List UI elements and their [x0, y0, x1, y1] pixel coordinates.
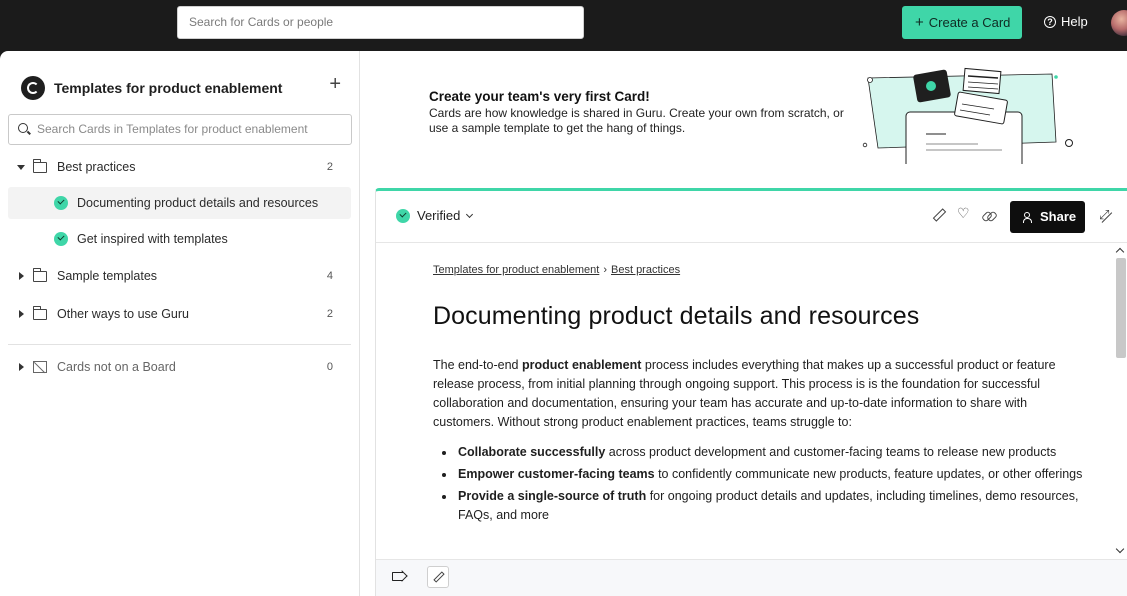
card-actions — [932, 206, 995, 222]
create-card-label: Create a Card — [928, 15, 1011, 30]
item-count: 0 — [326, 361, 333, 373]
promo-title: Create your team's very first Card! — [429, 89, 650, 104]
expand-icon[interactable] — [1099, 208, 1111, 223]
list-item-bold: Provide a single-source of truth — [458, 489, 647, 503]
verification-status-dropdown[interactable]: Verified — [396, 208, 474, 223]
folder-icon — [32, 158, 47, 173]
guru-logo-icon — [21, 76, 45, 100]
check-circle-icon — [54, 196, 68, 210]
caret-right-icon[interactable] — [19, 272, 24, 280]
folder-icon — [32, 267, 47, 282]
plus-icon: + — [915, 14, 924, 31]
sidebar: Templates for product enablement + Searc… — [0, 51, 360, 596]
edit-card-button[interactable] — [427, 566, 449, 588]
paragraph-text: The end-to-end — [433, 358, 522, 372]
board-search-input[interactable]: Search Cards in Templates for product en… — [8, 114, 352, 145]
promo-body: Cards are how knowledge is shared in Gur… — [429, 106, 844, 135]
scroll-thumb[interactable] — [1116, 258, 1126, 358]
board-header: Templates for product enablement + — [21, 73, 341, 101]
tag-icon[interactable] — [392, 572, 403, 581]
item-count: 2 — [326, 161, 333, 173]
sidebar-item-get-inspired[interactable]: Get inspired with templates — [8, 223, 351, 255]
sidebar-item-label: Sample templates — [57, 269, 158, 283]
breadcrumb-board-link[interactable]: Templates for product enablement — [433, 264, 599, 276]
paragraph-bold-text: product enablement — [521, 358, 642, 372]
sidebar-item-label: Documenting product details and resource… — [77, 196, 319, 210]
card-scrollbar[interactable] — [1115, 244, 1127, 559]
scroll-up-icon[interactable] — [1115, 247, 1125, 257]
top-bar: Search for Cards or people + Create a Car… — [0, 0, 1127, 51]
sidebar-divider — [8, 344, 351, 345]
caret-right-icon[interactable] — [19, 310, 24, 318]
share-button[interactable]: Share — [1010, 201, 1085, 233]
edit-pencil-icon[interactable] — [932, 209, 945, 222]
card-toolbar: Verified Share — [376, 191, 1127, 243]
no-board-icon — [33, 361, 47, 373]
breadcrumb-folder-link[interactable]: Best practices — [611, 264, 680, 276]
card-body: Templates for product enablement › Best pr… — [376, 244, 1116, 559]
cards-illustration-icon — [862, 67, 1073, 164]
list-item-text: to confidently communicate new products,… — [654, 467, 1083, 481]
list-item: Provide a single-source of truth for ong… — [433, 487, 1083, 525]
chevron-down-icon — [466, 210, 474, 218]
favorite-heart-icon[interactable] — [957, 206, 970, 222]
search-icon — [18, 123, 28, 133]
sidebar-item-label: Best practices — [57, 160, 136, 174]
list-item-text: across product development and customer-… — [605, 445, 1057, 459]
help-label: Help — [1061, 14, 1088, 29]
item-count: 2 — [326, 308, 333, 320]
check-circle-icon — [54, 232, 68, 246]
sidebar-item-documenting-product-details[interactable]: Documenting product details and resource… — [8, 187, 351, 219]
sidebar-item-label: Cards not on a Board — [57, 360, 176, 374]
scroll-down-icon[interactable] — [1115, 544, 1125, 554]
card-bullet-list: Collaborate successfully across product … — [433, 443, 1083, 528]
avatar[interactable] — [1111, 10, 1127, 36]
sidebar-item-best-practices[interactable]: Best practices 2 — [8, 151, 351, 183]
sidebar-item-sample-templates[interactable]: Sample templates 4 — [8, 260, 351, 292]
global-search-input[interactable]: Search for Cards or people — [177, 6, 584, 39]
copy-link-icon[interactable] — [982, 209, 995, 222]
folder-icon — [32, 305, 47, 320]
check-circle-icon — [396, 208, 410, 223]
caret-down-icon[interactable] — [17, 164, 25, 170]
list-item-bold: Empower customer-facing teams — [458, 467, 655, 481]
item-count: 4 — [326, 270, 333, 282]
card-view: Verified Share Templates for product ena… — [375, 188, 1127, 596]
board-title: Templates for product enablement — [54, 80, 283, 96]
card-footer — [376, 559, 1127, 596]
help-button[interactable]: ? Help — [1044, 14, 1088, 29]
main-panel: Create your team's very first Card! Card… — [360, 51, 1127, 596]
sidebar-item-label: Get inspired with templates — [77, 232, 228, 246]
caret-right-icon[interactable] — [19, 363, 24, 371]
sidebar-item-label: Other ways to use Guru — [57, 307, 190, 321]
people-icon — [1023, 212, 1034, 223]
sidebar-item-other-ways[interactable]: Other ways to use Guru 2 — [8, 298, 351, 330]
list-item: Collaborate successfully across product … — [433, 443, 1083, 462]
card-intro-paragraph: The end-to-end product enablement proces… — [433, 356, 1073, 432]
help-icon: ? — [1044, 15, 1056, 28]
create-card-button[interactable]: + Create a Card — [902, 6, 1022, 39]
verification-status-label: Verified — [417, 208, 461, 223]
breadcrumb: Templates for product enablement › Best pr… — [433, 264, 680, 276]
list-item-bold: Collaborate successfully — [458, 445, 606, 459]
breadcrumb-separator: › — [603, 264, 607, 276]
add-board-item-button[interactable]: + — [329, 73, 341, 96]
list-item: Empower customer-facing teams to confide… — [433, 465, 1083, 484]
sidebar-item-cards-not-on-board[interactable]: Cards not on a Board 0 — [8, 351, 351, 383]
card-title: Documenting product details and resource… — [433, 302, 920, 330]
share-label: Share — [1040, 209, 1077, 224]
board-search-placeholder: Search Cards in Templates for product en… — [37, 122, 308, 136]
